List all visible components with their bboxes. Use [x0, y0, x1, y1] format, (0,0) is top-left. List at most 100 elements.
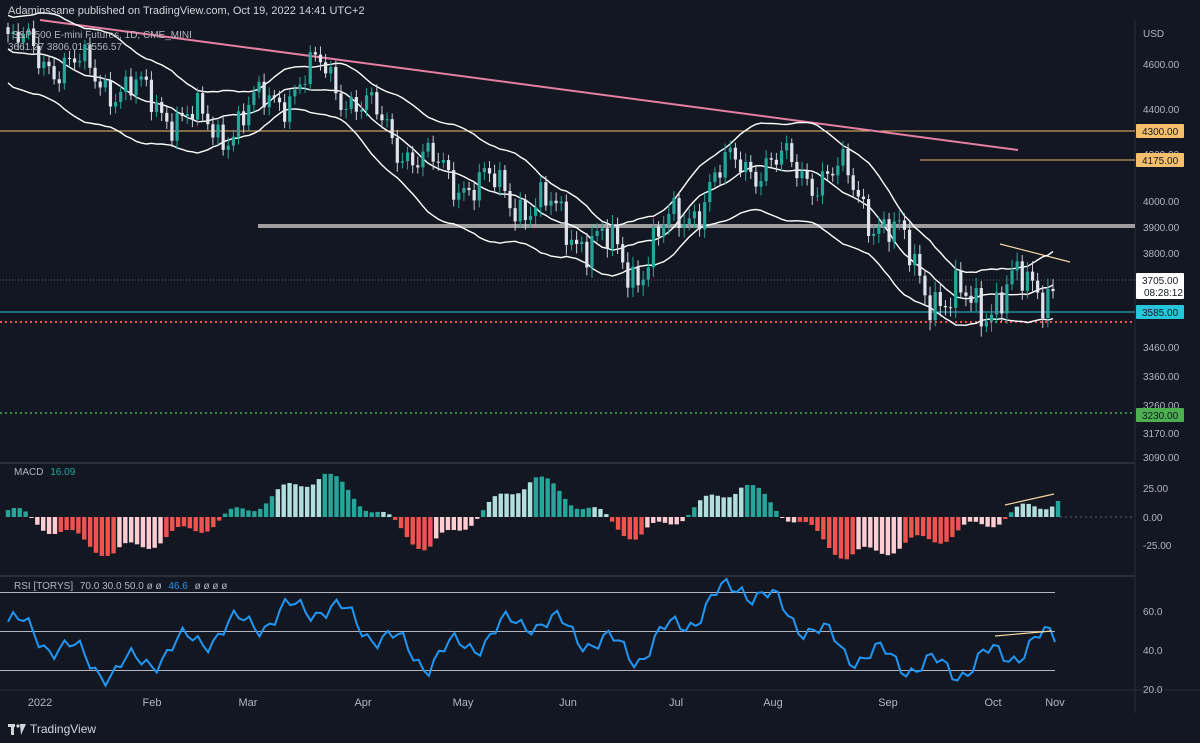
x-axis-label: Sep	[878, 697, 898, 709]
candle-body	[1015, 261, 1019, 271]
candle-body	[52, 66, 56, 80]
macd-bar	[903, 517, 908, 543]
macd-bar	[944, 517, 949, 542]
macd-bar	[621, 517, 627, 537]
candle-body	[134, 79, 138, 96]
candle-body	[590, 235, 594, 268]
macd-bar	[152, 517, 157, 548]
candle-body	[728, 147, 732, 153]
macd-bar	[492, 496, 498, 517]
macd-bar	[557, 490, 562, 517]
macd-bar	[744, 484, 750, 517]
brand-name: TradingView	[30, 722, 97, 736]
macd-bar	[99, 517, 105, 556]
candle-body	[411, 152, 415, 166]
macd-bar	[480, 510, 486, 517]
macd-bar	[216, 517, 222, 521]
macd-bar	[651, 517, 656, 523]
macd-bar	[803, 517, 808, 523]
candle-body	[815, 195, 819, 197]
level-badge-label: 3230.00	[1142, 411, 1179, 422]
candle-body	[62, 57, 66, 84]
macd-bar	[181, 517, 187, 527]
candle-body	[247, 104, 251, 126]
macd-bar	[5, 510, 11, 517]
candle-body	[995, 292, 999, 315]
macd-bar	[375, 511, 380, 517]
rsi-tick-label: 60.0	[1143, 607, 1163, 618]
macd-bar	[539, 476, 544, 517]
macd-bar	[123, 517, 128, 544]
macd-bar	[1032, 506, 1037, 517]
macd-bar	[316, 479, 322, 517]
candle-body	[866, 199, 871, 236]
candle-body	[523, 199, 527, 221]
candle-body	[400, 161, 405, 163]
candle-body	[498, 169, 502, 188]
macd-bar	[674, 517, 679, 525]
bollinger-band-middle	[7, 48, 1054, 300]
macd-bar	[158, 517, 163, 544]
macd-bar	[334, 476, 339, 517]
macd-bar	[727, 497, 732, 517]
macd-bar	[785, 517, 791, 522]
candle-body	[72, 58, 77, 63]
candle-body	[764, 158, 768, 182]
macd-bar	[909, 517, 914, 538]
candle-body	[165, 112, 169, 122]
price-tick-label: 3800.00	[1143, 249, 1180, 260]
macd-bar	[891, 517, 896, 554]
macd-bar	[609, 517, 615, 522]
candle-body	[421, 151, 425, 168]
candle-body	[93, 67, 97, 82]
candle-body	[708, 182, 712, 203]
rsi-name: RSI [TORYS]	[14, 581, 74, 592]
candle-body	[1025, 271, 1029, 291]
macd-bar	[967, 517, 973, 522]
macd-bar	[827, 517, 832, 549]
candle-body	[119, 91, 123, 103]
macd-bar	[703, 495, 709, 517]
macd-bar	[346, 489, 351, 517]
macd-bar	[304, 486, 310, 517]
candle-body	[718, 172, 722, 178]
candle-body	[339, 93, 343, 110]
candle-body	[749, 161, 753, 172]
candle-body	[503, 169, 507, 191]
macd-tick-label: 0.00	[1143, 513, 1163, 524]
chart-canvas[interactable]: USD4600.004400.004200.004000.003900.0038…	[0, 0, 1200, 743]
candle-body	[452, 170, 456, 200]
rsi-params: 70.0 30.0 50.0 ø ø	[79, 581, 162, 592]
macd-bar	[1038, 508, 1043, 517]
candle-body	[672, 198, 676, 214]
candle-body	[677, 198, 681, 229]
macd-bar	[410, 517, 415, 545]
macd-bar	[281, 484, 286, 517]
candle-body	[959, 270, 963, 293]
macd-bar	[234, 507, 239, 517]
macd-bar	[885, 517, 891, 556]
macd-bar	[205, 517, 210, 532]
price-tick-label: 3170.00	[1143, 429, 1180, 440]
candle-body	[154, 102, 159, 112]
macd-bar	[1014, 506, 1020, 517]
macd-bar	[52, 517, 58, 534]
candle-body	[882, 219, 886, 227]
candle-body	[380, 114, 384, 121]
macd-bar	[475, 517, 480, 519]
candle-body	[375, 92, 379, 115]
candle-body	[856, 189, 860, 197]
macd-bar	[246, 510, 251, 517]
macd-bar	[645, 517, 650, 528]
candle-body	[42, 61, 46, 69]
macd-bar	[117, 517, 122, 548]
candle-body	[349, 97, 353, 109]
candle-body	[759, 181, 763, 187]
candle-body	[805, 170, 809, 179]
macd-bar	[387, 514, 392, 517]
macd-bar	[563, 498, 568, 517]
candle-body	[703, 202, 707, 230]
candle-body	[615, 224, 620, 245]
candle-body	[195, 93, 200, 120]
macd-divergence-line	[1004, 493, 1055, 506]
